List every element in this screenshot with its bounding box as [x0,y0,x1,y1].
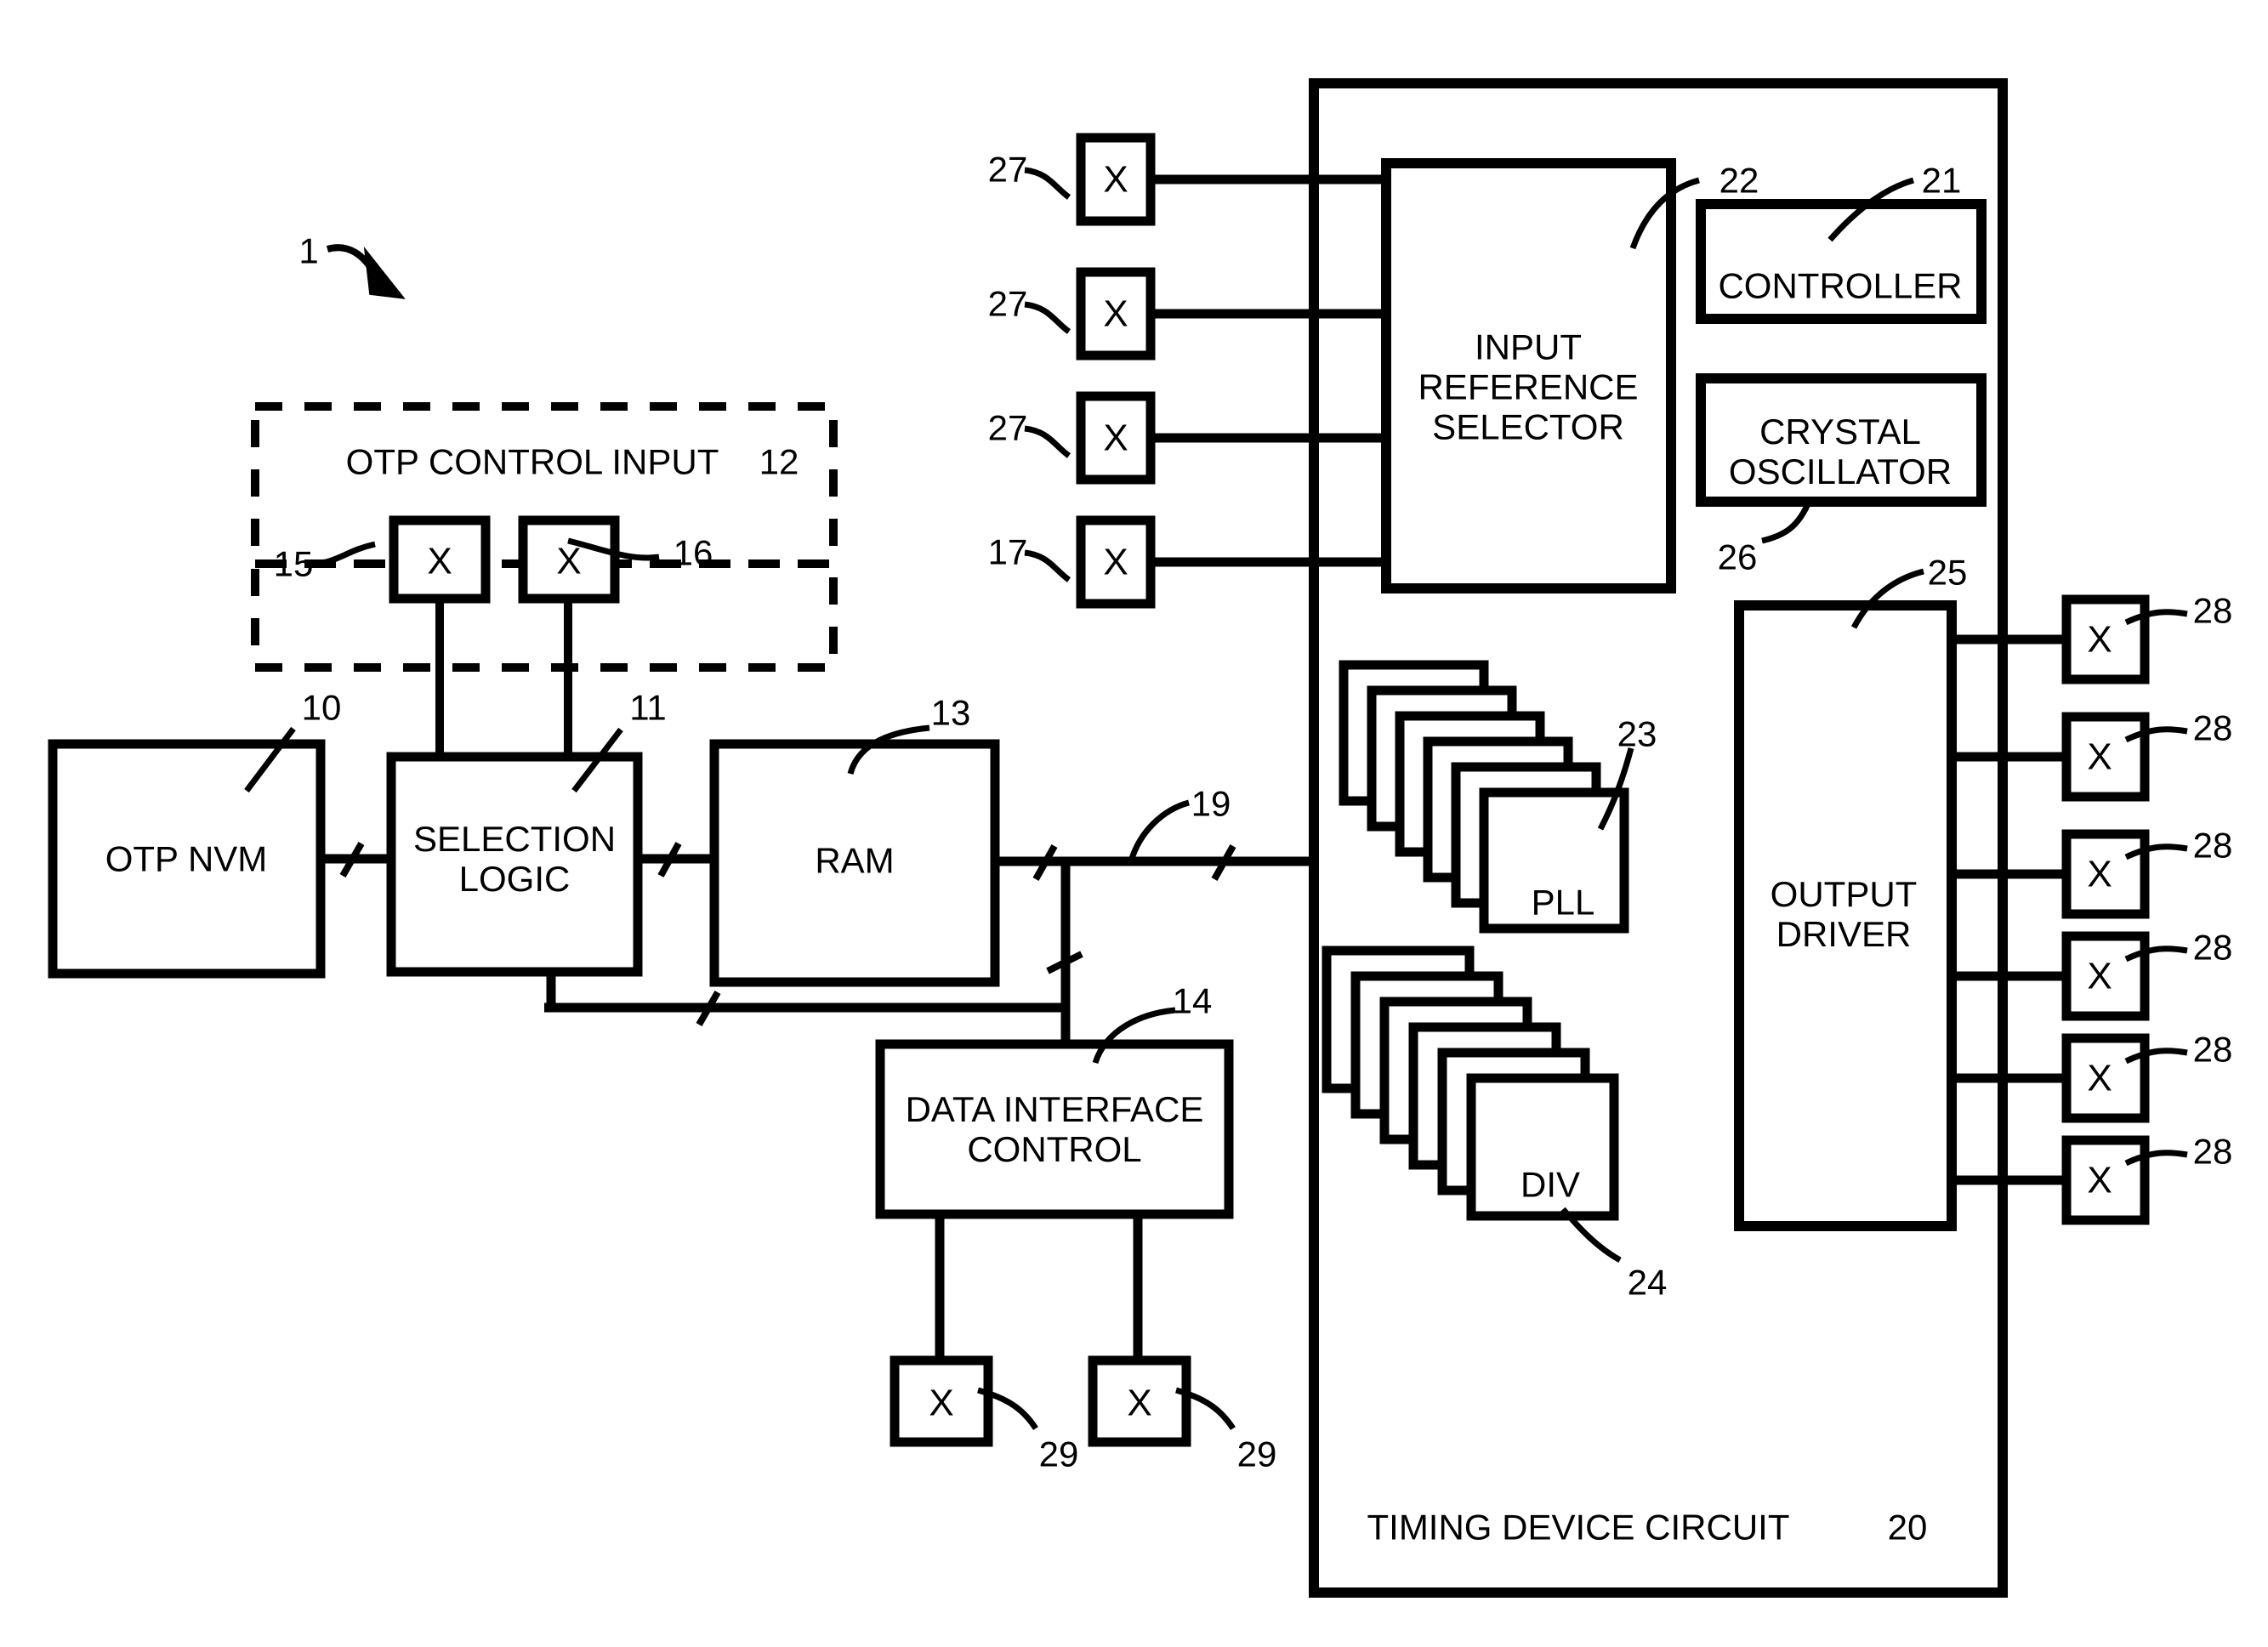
timing-device-circuit-label: TIMING DEVICE CIRCUIT [1367,1507,1790,1548]
block-reference-25: 25 [1927,552,1968,593]
block-label-crystal-oscillator: CRYSTAL OSCILLATOR [1728,411,1953,491]
otp-control-input-group-label: OTP CONTROL INPUT [345,441,719,482]
pin-reference-27-1: 27 [987,149,1028,190]
block-label-input-reference-selector: INPUT REFERENCE SELECTOR [1418,327,1639,447]
pin-27-3-leader [1024,425,1071,458]
block-reference-13: 13 [930,692,971,733]
pin-glyph-17[interactable]: X [1103,541,1128,582]
pin-27-2-leader [1024,301,1071,334]
pin-reference-28-5: 28 [2192,1029,2233,1070]
pin-reference-28-3: 28 [2192,825,2233,866]
figure-number-arrowhead [363,246,406,299]
stack-label-pll: PLL [1531,882,1595,923]
pin-reference-17: 17 [987,531,1028,572]
timing-device-circuit-reference: 20 [1887,1507,1928,1548]
pin-reference-15: 15 [273,543,314,584]
block-reference-14: 14 [1172,980,1213,1021]
pin-glyph-15[interactable]: X [427,540,452,582]
block-label-ram: RAM [815,840,895,881]
block-reference-26: 26 [1717,537,1758,577]
block-label-output-driver: OUTPUT DRIVER [1770,873,1918,954]
pin-reference-27-3: 27 [987,407,1028,448]
pin-reference-29-right: 29 [1236,1434,1277,1474]
pin-reference-16: 16 [673,532,713,573]
pin-glyph-28-1[interactable]: X [2087,618,2112,660]
stack-reference-24: 24 [1627,1262,1668,1303]
pin-glyph-29-right[interactable]: X [1127,1382,1151,1423]
pin-reference-28-2: 28 [2192,707,2233,748]
pin-glyph-29-left[interactable]: X [929,1382,953,1423]
pin-glyph-16[interactable]: X [556,540,581,582]
pin-glyph-27-2[interactable]: X [1103,292,1128,334]
block-reference-11: 11 [629,687,667,728]
pin-glyph-28-3[interactable]: X [2087,853,2112,894]
pin-glyph-28-6[interactable]: X [2087,1159,2112,1201]
block-reference-21: 21 [1921,160,1962,201]
block-label-otp-nvm: OTP NVM [105,838,268,879]
block-reference-22: 22 [1719,160,1759,201]
patent-figure: 1 OTP CONTROL INPUT 12 X 15 X 16 OTP NVM… [0,0,2268,1647]
ref-19-leader [1128,799,1190,863]
block-label-controller: CONTROLLER [1718,265,1963,306]
stack-reference-23: 23 [1617,713,1657,754]
pin-glyph-28-2[interactable]: X [2087,735,2112,777]
block-label-data-interface-control: DATA INTERFACE CONTROL [905,1088,1204,1169]
figure-number-label: 1 [298,230,319,271]
pin-reference-27-2: 27 [987,283,1028,324]
pin-17-leader [1024,549,1071,582]
otp-control-input-group-reference: 12 [759,441,799,482]
pin-reference-28-4: 28 [2192,927,2233,968]
pin-glyph-27-1[interactable]: X [1103,158,1128,200]
pin-glyph-28-4[interactable]: X [2087,955,2112,997]
pin-glyph-28-5[interactable]: X [2087,1057,2112,1099]
pin-reference-28-1: 28 [2192,590,2233,631]
pin-reference-28-6: 28 [2192,1131,2233,1172]
stack-label-div: DIV [1520,1164,1581,1205]
bus-reference-19: 19 [1191,783,1231,824]
pin-reference-29-left: 29 [1038,1434,1079,1474]
pin-27-1-leader [1024,167,1071,200]
pin-glyph-27-3[interactable]: X [1103,417,1128,458]
bus-selection-bottom [544,972,556,1013]
block-reference-10: 10 [301,687,342,728]
block-label-selection-logic: SELECTION LOGIC [412,818,617,899]
